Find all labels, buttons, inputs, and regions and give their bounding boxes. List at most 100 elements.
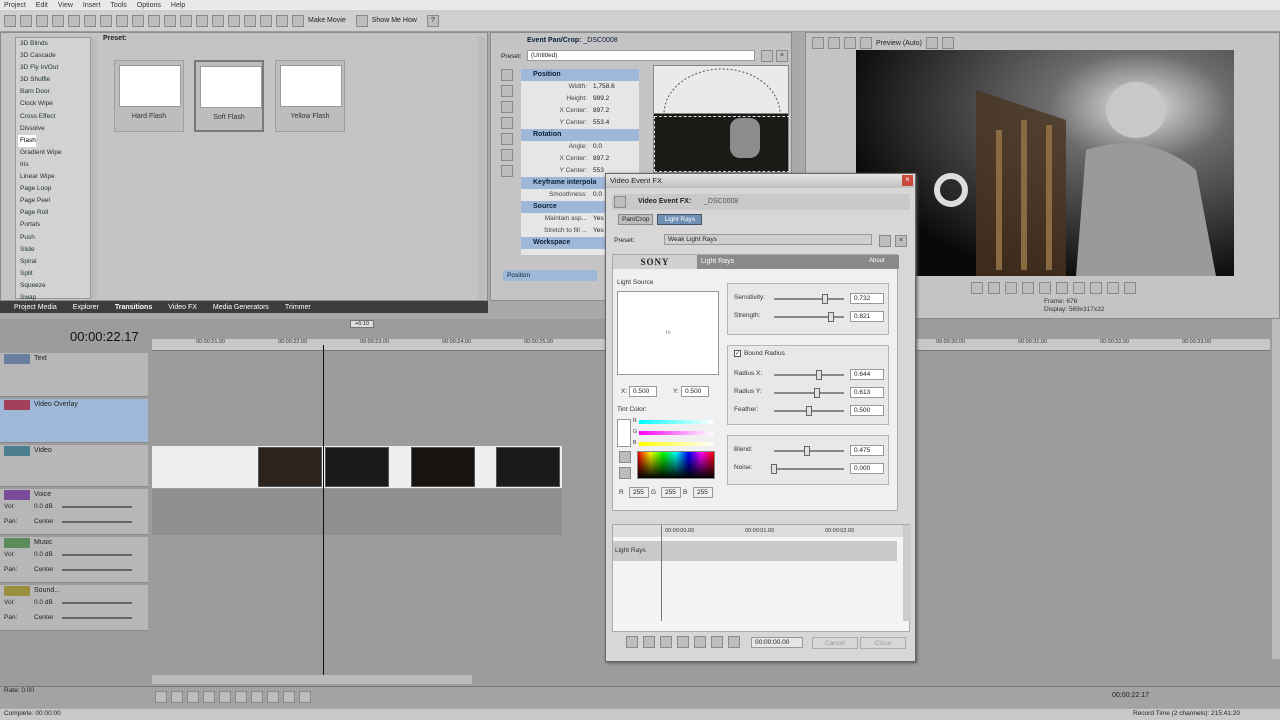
y-field[interactable]: 0.500 [681, 386, 709, 397]
slider-value-field[interactable]: 0.821 [850, 311, 884, 322]
slider-thumb[interactable] [771, 464, 777, 474]
track-number[interactable] [4, 490, 30, 500]
about-link[interactable]: About [869, 258, 885, 264]
transition-item[interactable]: Split [16, 268, 94, 280]
split-screen-icon[interactable] [844, 37, 856, 49]
previous-frame-icon[interactable] [283, 691, 295, 703]
transition-item[interactable]: Cross Effect [16, 111, 94, 123]
play-from-start-icon[interactable] [988, 282, 1000, 294]
track-name[interactable]: Music [34, 539, 52, 546]
position-keyframe-row[interactable]: Position [503, 270, 597, 281]
show-me-how-button[interactable]: Show Me How [372, 17, 417, 24]
property-value[interactable]: 553.4 [593, 117, 609, 129]
menu-options[interactable]: Options [137, 2, 161, 9]
menu-project[interactable]: Project [4, 2, 26, 9]
keyframe-ruler[interactable]: 00:00:00.00 00:00:01.00 00:00:02.00 [613, 525, 911, 537]
menu-view[interactable]: View [58, 2, 73, 9]
record-icon[interactable] [155, 691, 167, 703]
render-icon[interactable] [52, 14, 64, 27]
tab-media-generators[interactable]: Media Generators [207, 302, 275, 313]
next-frame-icon[interactable] [299, 691, 311, 703]
tab-video-fx[interactable]: Video FX [162, 302, 203, 313]
transition-item[interactable]: Dissolve [16, 123, 94, 135]
play-icon[interactable] [203, 691, 215, 703]
property-value[interactable]: 989.2 [593, 93, 609, 105]
pan-slider[interactable] [62, 569, 132, 571]
track-number[interactable] [4, 400, 30, 410]
first-keyframe-icon[interactable] [643, 636, 655, 648]
open-icon[interactable] [20, 14, 32, 27]
x-field[interactable]: 0.500 [629, 386, 657, 397]
video-clip[interactable] [411, 447, 475, 487]
tab-explorer[interactable]: Explorer [67, 302, 105, 313]
color-mode-icon[interactable] [619, 451, 631, 463]
track-number[interactable] [4, 538, 30, 548]
preset-hard-flash[interactable]: Hard Flash [114, 60, 184, 132]
property-row[interactable]: X Center: 897.2 [521, 153, 639, 165]
save-preset-icon[interactable] [761, 50, 773, 62]
preview-quality-icon[interactable] [860, 37, 872, 49]
zoom-icon[interactable] [501, 85, 513, 97]
volume-slider[interactable] [62, 506, 132, 508]
preset-scrollbar[interactable] [478, 37, 485, 299]
overlays-icon[interactable] [925, 37, 938, 49]
preset-yellow-flash[interactable]: Yellow Flash [275, 60, 345, 132]
video-clip[interactable] [496, 447, 560, 487]
slider-track[interactable] [774, 298, 844, 300]
slider-value-field[interactable]: 0.475 [850, 445, 884, 456]
loop-playback-icon[interactable] [171, 691, 183, 703]
close-icon[interactable]: × [902, 175, 913, 186]
track-name[interactable]: Text [34, 355, 47, 362]
transition-item[interactable]: Spiral [16, 256, 94, 268]
stop-icon[interactable] [235, 691, 247, 703]
create-keyframe-icon[interactable] [677, 636, 689, 648]
keyframe-scrollbar[interactable] [903, 525, 911, 621]
loop-icon[interactable] [971, 282, 983, 294]
slider-value-field[interactable]: 0.613 [850, 387, 884, 398]
pan-slider[interactable] [62, 521, 132, 523]
transition-item[interactable]: Slide [16, 244, 94, 256]
cancel-button[interactable]: Cancel [812, 637, 858, 649]
r-slider[interactable] [639, 420, 713, 424]
transition-item[interactable]: Page Peel [16, 195, 94, 207]
slider-value-field[interactable]: 0.500 [850, 405, 884, 416]
slider-thumb[interactable] [804, 446, 811, 456]
slider-track[interactable] [774, 468, 844, 470]
property-row[interactable]: Angle: 0.0 [521, 141, 639, 153]
play-icon[interactable] [1005, 282, 1017, 294]
volume-slider[interactable] [62, 554, 132, 556]
save-icon[interactable] [36, 14, 48, 27]
help-icon[interactable]: ? [426, 14, 439, 27]
transition-list-scrollbar[interactable] [90, 37, 97, 299]
slider-value-field[interactable]: 0.644 [850, 369, 884, 380]
play-from-start-icon[interactable] [187, 691, 199, 703]
track-header[interactable]: Video Overlay [0, 399, 148, 443]
show-me-how-icon[interactable] [355, 14, 368, 27]
property-value[interactable]: 0.0 [593, 141, 602, 153]
last-keyframe-icon[interactable] [728, 636, 740, 648]
track-header[interactable]: Video [0, 445, 148, 487]
transition-item[interactable]: Page Loop [16, 183, 94, 195]
light-source-center-marker[interactable]: In [666, 330, 671, 336]
fast-forward-icon[interactable] [1124, 282, 1136, 294]
preview-properties-icon[interactable] [812, 37, 824, 49]
go-to-end-icon[interactable] [267, 691, 279, 703]
menu-edit[interactable]: Edit [36, 2, 48, 9]
transition-item[interactable]: Linear Wipe [16, 171, 94, 183]
keyframe-track[interactable]: Light Rays [613, 541, 897, 561]
property-value[interactable]: Yes [593, 225, 604, 237]
delete-keyframe-icon[interactable] [694, 636, 706, 648]
delete-preset-icon[interactable]: × [776, 50, 788, 62]
transition-item[interactable]: Clock Wipe [16, 98, 94, 110]
save-snapshot-icon[interactable] [941, 37, 954, 49]
bound-radius-checkbox[interactable]: ✓ [734, 350, 741, 357]
property-value[interactable]: 0.0 [593, 189, 602, 201]
property-value[interactable]: 1,758.6 [593, 81, 615, 93]
ignore-grouping-icon[interactable] [276, 14, 288, 27]
property-row[interactable]: Width: 1,758.6 [521, 81, 639, 93]
g-field[interactable]: 255 [661, 487, 681, 498]
transition-item[interactable]: Portals [16, 219, 94, 231]
pan-crop-workspace[interactable] [653, 65, 789, 160]
track-header[interactable]: Voice Vol: 0.0 dB Pan: Center [0, 489, 148, 535]
slider-track[interactable] [774, 392, 844, 394]
